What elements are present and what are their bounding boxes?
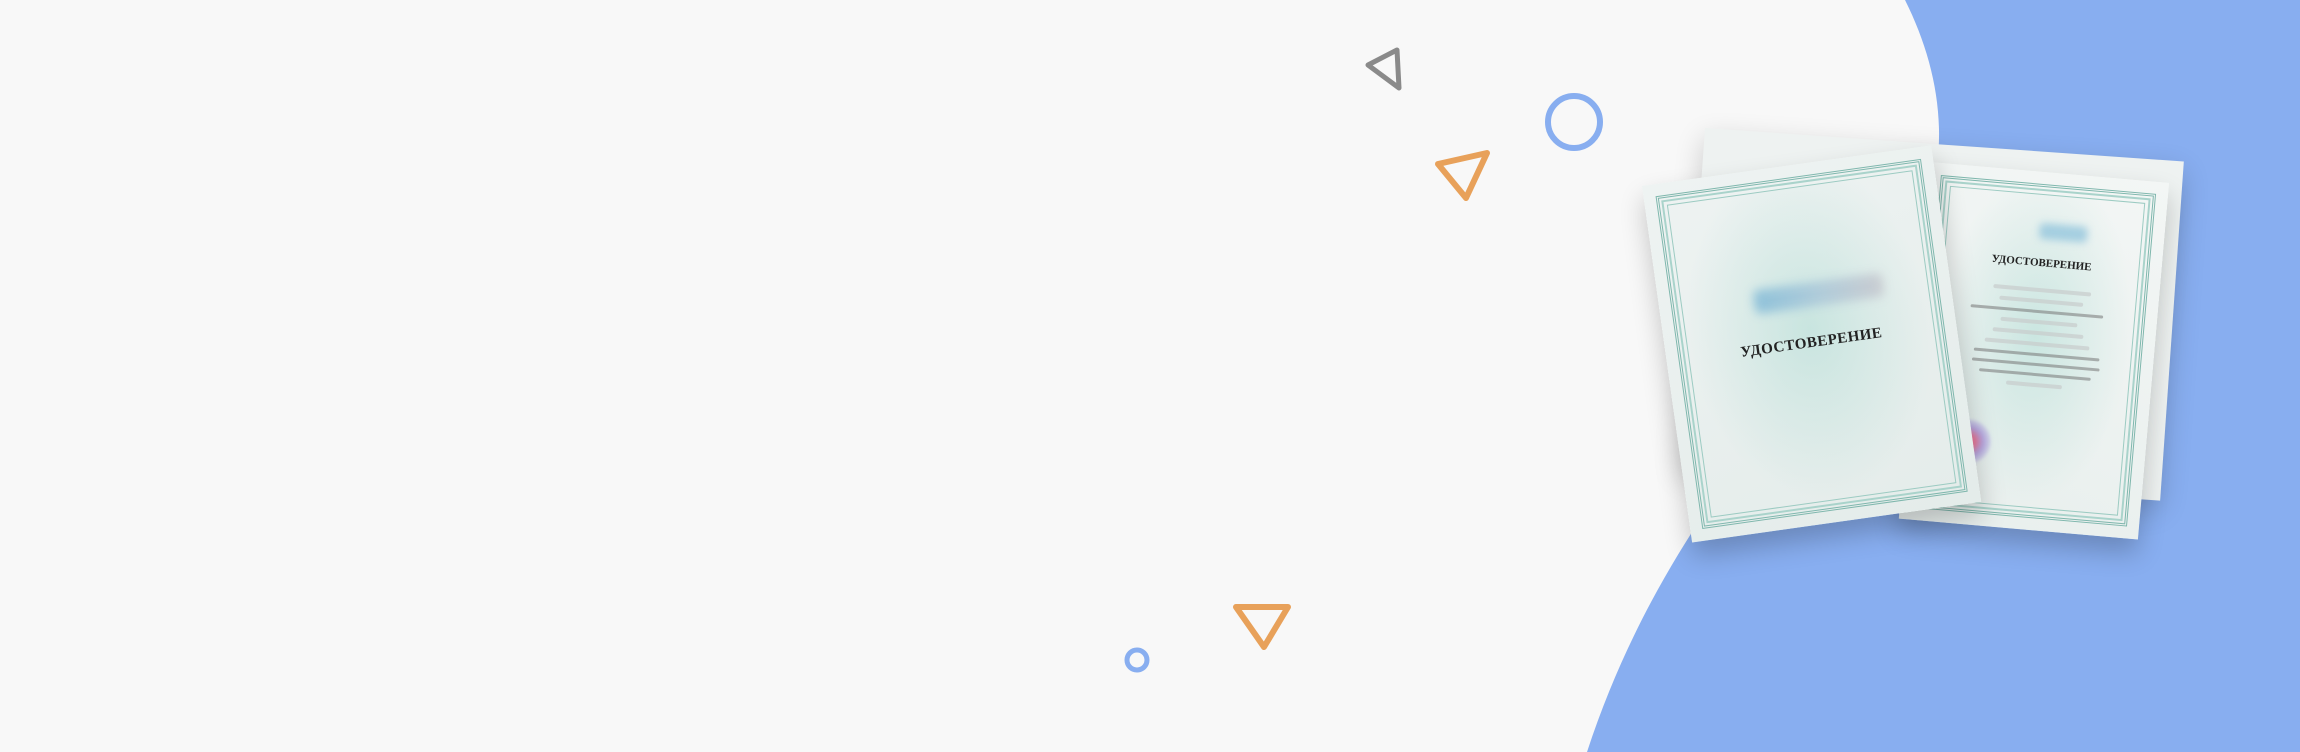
inner-title: УДОСТОВЕРЕНИЕ (1991, 252, 2092, 274)
certificate-body-lines (1963, 275, 2112, 400)
blurred-logo-icon (1752, 272, 1885, 315)
certificate-cover: УДОСТОВЕРЕНИЕ (1642, 145, 1982, 543)
blue-circle-small-icon (1124, 647, 1150, 673)
orange-triangle-bottom-icon (1233, 604, 1291, 650)
orange-triangle-top-icon (1435, 150, 1490, 201)
hero-banner: УДОСТОВЕРЕНИЕ УДОСТОВЕРЕНИЕ (0, 0, 2300, 752)
blurred-logo-icon (2038, 222, 2088, 243)
gray-triangle-icon (1365, 47, 1402, 91)
cover-title: УДОСТОВЕРЕНИЕ (1739, 325, 1884, 361)
blue-circle-large-icon (1545, 93, 1603, 151)
